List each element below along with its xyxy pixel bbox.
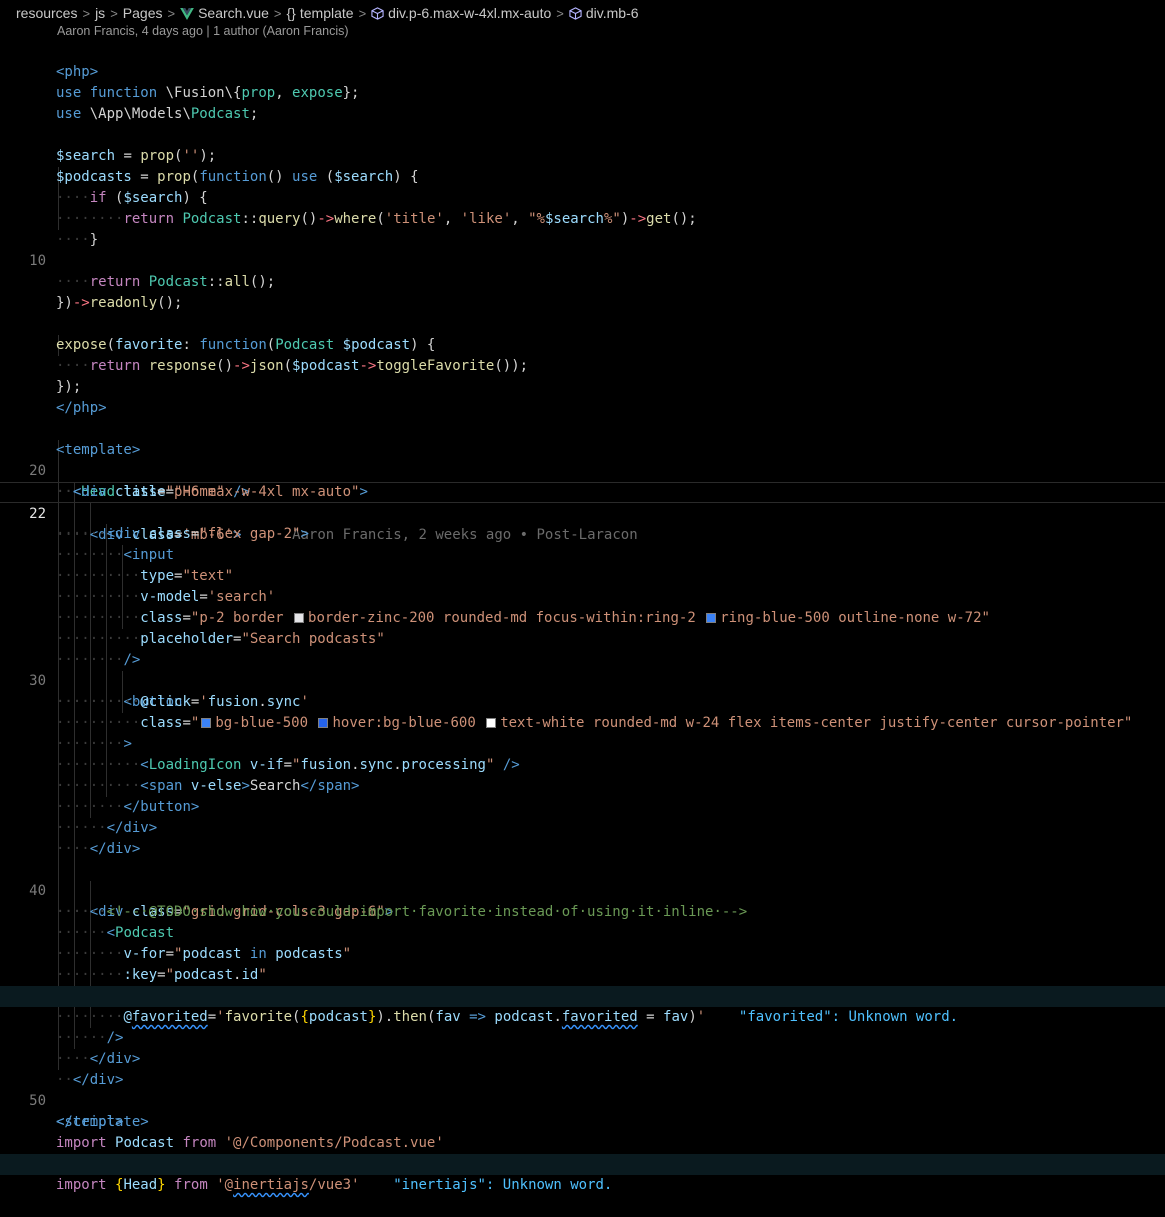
code-line[interactable]: ··········<LoadingIcon v-if="fusion.sync… — [0, 734, 1165, 773]
code-line[interactable]: ········> — [0, 713, 1165, 752]
code-line[interactable]: <script> — [0, 1091, 1165, 1130]
code-line[interactable]: <template> — [0, 419, 1165, 458]
breadcrumb: resources > js > Pages > Search.vue > {}… — [0, 0, 1165, 26]
code-line[interactable]: ······</div> — [0, 797, 1165, 836]
chevron-right-icon: > — [556, 5, 564, 21]
code-line[interactable]: </php> — [0, 377, 1165, 416]
code-line[interactable]: ····if ($search) { — [0, 167, 1165, 206]
chevron-right-icon: > — [273, 5, 282, 21]
code-line-active[interactable]: 22 ····<div class='mb-6'> Aaron Francis,… — [0, 482, 1165, 543]
breadcrumb-item-js[interactable]: js — [95, 5, 105, 21]
code-line[interactable]: ········/> — [0, 629, 1165, 668]
code-line[interactable] — [0, 104, 1165, 125]
code-line[interactable]: ··········v-model='search' — [0, 566, 1165, 605]
chevron-right-icon: > — [110, 5, 118, 21]
code-line[interactable]: ····</div> — [0, 1028, 1165, 1067]
code-line[interactable]: 30 ········<button — [0, 650, 1165, 710]
code-line[interactable]: import LoadingIcon from '@/Components/Lo… — [0, 1133, 1165, 1172]
code-line[interactable]: $search = prop(''); — [0, 125, 1165, 164]
breadcrumb-item-template[interactable]: {} template — [287, 5, 354, 21]
code-line[interactable]: ········return Podcast::query()->where('… — [0, 188, 1165, 227]
braces-icon: {} — [286, 5, 296, 21]
code-line[interactable]: expose(favorite: function(Podcast $podca… — [0, 314, 1165, 353]
code-line[interactable]: use \App\Models\Podcast; — [0, 83, 1165, 122]
code-line[interactable]: ····return response()->json($podcast->to… — [0, 335, 1165, 374]
code-line[interactable]: ··········type="text" — [0, 545, 1165, 584]
breadcrumb-item-div-container[interactable]: div.p-6.max-w-4xl.mx-auto — [371, 5, 551, 21]
code-line[interactable]: import Podcast from '@/Components/Podcas… — [0, 1112, 1165, 1151]
code-line[interactable] — [0, 839, 1165, 860]
breadcrumb-file-label: Search.vue — [198, 5, 269, 21]
code-line[interactable]: 10 — [0, 230, 1165, 269]
chevron-right-icon: > — [82, 5, 91, 21]
code-line[interactable]: ······/> — [0, 1007, 1165, 1046]
code-line[interactable]: 40 ····<div class="grid grid-cols-3 gap-… — [0, 860, 1165, 920]
breadcrumb-item-pages[interactable]: Pages — [123, 5, 163, 21]
vue-icon — [180, 8, 194, 20]
code-line[interactable]: ······<!--·@TODO·show·how·you·could·impo… — [0, 881, 1165, 920]
code-line[interactable]: }); — [0, 356, 1165, 395]
code-line[interactable]: ······<div class="flex gap-2"> — [0, 503, 1165, 542]
code-line[interactable]: $podcasts = prop(function() use ($search… — [0, 146, 1165, 185]
code-line[interactable]: ··········<span v-else>Search</span> — [0, 755, 1165, 794]
code-line[interactable]: ········v-bind="podcast" — [0, 965, 1165, 1004]
code-line[interactable] — [0, 293, 1165, 314]
breadcrumb-item-search-vue[interactable]: Search.vue — [180, 5, 269, 21]
breadcrumb-div-mb6-label: div.mb-6 — [585, 5, 639, 21]
breadcrumb-item-div-mb6[interactable]: div.mb-6 — [569, 5, 639, 21]
code-line[interactable] — [0, 398, 1165, 419]
code-line[interactable]: })->readonly(); — [0, 272, 1165, 311]
code-line[interactable]: ····} — [0, 209, 1165, 248]
cube-icon — [371, 7, 384, 20]
code-line[interactable]: ··<div class="p-6 max-w-4xl mx-auto"> — [0, 461, 1165, 500]
code-line[interactable]: ··········class="p-2 border border-zinc-… — [0, 587, 1165, 626]
code-line[interactable]: <php> — [0, 41, 1165, 80]
code-line[interactable]: ········:key="podcast.id" — [0, 944, 1165, 983]
code-line[interactable]: ········<input — [0, 524, 1165, 563]
code-content: import {Head} from '@inertiajs/vue3' "in… — [56, 1177, 613, 1193]
cube-icon — [569, 7, 582, 20]
code-line[interactable]: ··········class=" bg-blue-500 hover:bg-bl… — [0, 692, 1165, 731]
code-line[interactable]: ······<Podcast — [0, 902, 1165, 941]
code-editor[interactable]: <php> use function \Fusion\{prop, expose… — [0, 41, 1165, 1193]
chevron-right-icon: > — [167, 5, 176, 21]
code-line[interactable]: ··········@click='fusion.sync' — [0, 671, 1165, 710]
code-line[interactable]: ········</button> — [0, 776, 1165, 815]
diagnostic-message[interactable]: "inertiajs": Unknown word. — [393, 1177, 612, 1193]
code-line[interactable]: 20 ··<Head title="Home" /> — [0, 440, 1165, 500]
breadcrumb-template-label: template — [299, 5, 354, 21]
chevron-right-icon: > — [358, 5, 367, 21]
code-line-diagnostic[interactable]: ········@favorited='favorite({podcast}).… — [0, 986, 1165, 1025]
code-line-diagnostic[interactable]: import {Head} from '@inertiajs/vue3' "in… — [0, 1154, 1165, 1193]
code-line[interactable]: ····</div> — [0, 818, 1165, 857]
code-line[interactable]: 50 </template> — [0, 1070, 1165, 1130]
code-line[interactable]: ····return Podcast::all(); — [0, 251, 1165, 290]
code-line[interactable]: ········v-for="podcast in podcasts" — [0, 923, 1165, 962]
git-blame-header[interactable]: Aaron Francis, 4 days ago | 1 author (Aa… — [57, 24, 349, 38]
breadcrumb-item-resources[interactable]: resources — [16, 5, 77, 21]
code-line[interactable]: use function \Fusion\{prop, expose}; — [0, 62, 1165, 101]
code-line[interactable]: ··········placeholder="Search podcasts" — [0, 608, 1165, 647]
code-line[interactable]: ··</div> — [0, 1049, 1165, 1088]
breadcrumb-div-container-label: div.p-6.max-w-4xl.mx-auto — [388, 5, 552, 21]
